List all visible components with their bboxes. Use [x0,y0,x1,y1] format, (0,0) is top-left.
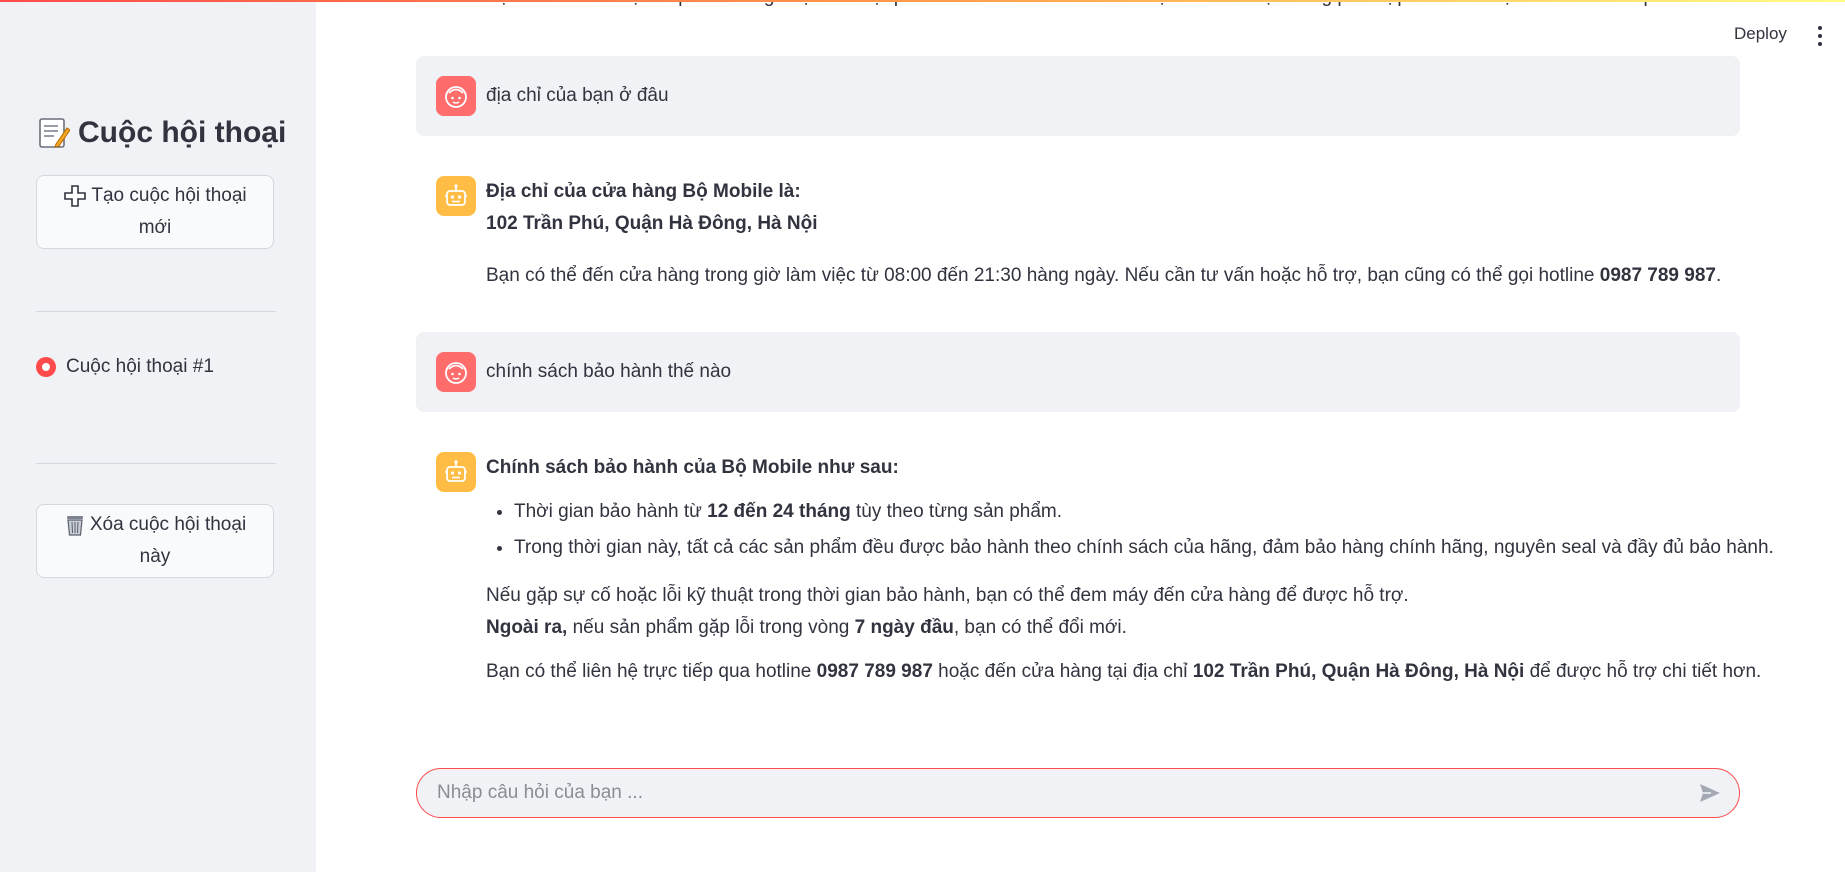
user-message-text: chính sách bảo hành thế nào [486,361,732,382]
sidebar-item-label: Cuộc hội thoại #1 [66,356,214,377]
contact-paragraph: Bạn có thể liên hệ trực tiếp qua hotline… [486,661,1762,682]
kebab-menu-icon[interactable] [1812,24,1828,48]
plus-icon [64,185,87,207]
user-message-text: địa chỉ của bạn ở đâu [486,85,669,106]
trash-icon [66,515,83,536]
user-face-icon [436,352,476,392]
new-chat-button[interactable]: Tạo cuộc hội thoại mới [36,175,274,249]
assistant-message-text: Chính sách bảo hành của Bộ Mobile như sa… [486,452,1774,688]
assistant-message: Địa chỉ của cửa hàng Bộ Mobile là: 102 T… [416,156,1740,306]
user-message: chính sách bảo hành thế nào [416,332,1740,412]
deploy-button[interactable]: Deploy [1734,24,1787,44]
memo-icon [39,118,70,148]
sidebar-title: Cuộc hội thoại [36,116,286,150]
chat-input-container [416,768,1740,818]
top-decoration-bar [0,0,1845,2]
address-line: 102 Trần Phú, Quận Hà Đông, Hà Nội [486,213,818,234]
warranty-paragraph: Ngoài ra, nếu sản phẩm gặp lỗi trong vòn… [486,617,1127,638]
user-face-icon [436,76,476,116]
delete-chat-button[interactable]: Xóa cuộc hội thoại này [36,504,274,578]
warranty-heading: Chính sách bảo hành của Bộ Mobile như sa… [486,457,899,478]
delete-chat-label: Xóa cuộc hội thoại này [89,514,247,567]
sidebar: Cuộc hội thoại Tạo cuộc hội thoại mới Cu… [0,0,316,872]
list-item: Trong thời gian này, tất cả các sản phẩm… [514,530,1774,566]
sidebar-divider [36,463,276,464]
new-chat-label: Tạo cuộc hội thoại mới [91,185,247,238]
radio-selected-icon [36,357,56,377]
chat-input[interactable] [417,768,1695,818]
sidebar-item-conversation-1[interactable]: Cuộc hội thoại #1 [36,356,214,378]
sidebar-title-text: Cuộc hội thoại [78,116,287,149]
assistant-message-text: Địa chỉ của cửa hàng Bộ Mobile là: 102 T… [486,176,1721,292]
robot-icon [436,452,476,492]
sidebar-divider [36,311,276,312]
robot-icon [436,176,476,216]
assistant-message: Chính sách bảo hành của Bộ Mobile như sa… [416,432,1774,722]
list-item: Thời gian bảo hành từ 12 đến 24 tháng tù… [514,494,1736,530]
send-icon[interactable] [1695,778,1725,808]
warranty-list: Thời gian bảo hành từ 12 đến 24 tháng tù… [486,494,1774,566]
address-heading: Địa chỉ của cửa hàng Bộ Mobile là: [486,181,801,202]
hours-paragraph: Bạn có thể đến cửa hàng trong giờ làm vi… [486,265,1722,286]
warranty-paragraph: Nếu gặp sự cố hoặc lỗi kỹ thuật trong th… [486,585,1409,606]
user-message: địa chỉ của bạn ở đâu [416,56,1740,136]
